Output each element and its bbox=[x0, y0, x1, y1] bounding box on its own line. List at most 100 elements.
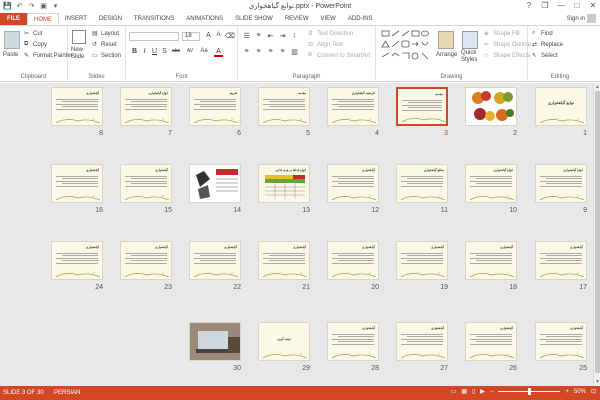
bullets-icon[interactable]: ☰ bbox=[242, 32, 251, 40]
arrange-icon[interactable] bbox=[438, 31, 454, 49]
char-spacing-button[interactable]: AV bbox=[184, 48, 196, 54]
slide-thumbnail-28[interactable]: گياهخواري bbox=[327, 322, 379, 361]
sign-in[interactable]: Sign in bbox=[563, 12, 600, 25]
tab-add-ins[interactable]: ADD-INS bbox=[342, 13, 379, 25]
shape-effects-button[interactable]: ◇ Shape Effects bbox=[484, 52, 530, 60]
slide-thumbnail-6[interactable]: تعريف bbox=[189, 87, 241, 126]
font-color-button[interactable]: A bbox=[214, 48, 223, 57]
align-right-icon[interactable]: ≡ bbox=[266, 48, 275, 55]
slide-thumbnail-12[interactable]: گياهخواري bbox=[327, 164, 379, 203]
font-size-combo[interactable]: 18 bbox=[182, 32, 200, 41]
slide-thumbnail-8[interactable]: گياهخواري bbox=[51, 87, 103, 126]
ribbon-display-icon[interactable]: ❐ bbox=[540, 1, 550, 10]
numbering-icon[interactable]: ≡ bbox=[254, 32, 263, 39]
slide-thumbnail-24[interactable]: گياهخواري bbox=[51, 241, 103, 280]
scroll-thumb[interactable] bbox=[595, 91, 600, 373]
tab-design[interactable]: DESIGN bbox=[93, 13, 128, 25]
convert-smartart-button[interactable]: ⧈ Convert to SmartArt bbox=[308, 52, 370, 59]
new-slide-button[interactable]: New Slide bbox=[71, 47, 91, 61]
fit-slide-icon[interactable]: ⊡ bbox=[591, 388, 596, 395]
shadow-button[interactable]: S bbox=[160, 48, 169, 55]
justify-icon[interactable]: ≡ bbox=[278, 48, 287, 55]
select-button[interactable]: ↖ Select bbox=[532, 52, 558, 60]
minimize-icon[interactable]: — bbox=[556, 1, 566, 10]
scroll-up-icon[interactable]: ▲ bbox=[595, 84, 600, 90]
slide-thumbnail-26[interactable]: گياهخواري bbox=[465, 322, 517, 361]
shape-outline-button[interactable]: ✏ Shape Outline bbox=[484, 41, 531, 49]
copy-button[interactable]: ⧉ Copy bbox=[24, 41, 47, 48]
layout-button[interactable]: ▤ Layout bbox=[92, 30, 119, 38]
clear-format-icon[interactable]: ⌫ bbox=[225, 32, 235, 40]
slide-thumbnail-20[interactable]: گياهخواري bbox=[327, 241, 379, 280]
align-text-button[interactable]: ⊟ Align Text bbox=[308, 41, 343, 49]
maximize-icon[interactable]: □ bbox=[572, 1, 582, 10]
slideshow-view-icon[interactable]: ▶ bbox=[480, 388, 485, 395]
language-indicator[interactable]: PERSIAN bbox=[54, 390, 80, 396]
slide-thumbnail-22[interactable]: گياهخواري bbox=[189, 241, 241, 280]
cut-button[interactable]: ✂ Cut bbox=[24, 30, 42, 38]
slide-thumbnail-1[interactable]: نوابع گياهخواري bbox=[535, 87, 587, 126]
grow-font-icon[interactable]: A bbox=[204, 32, 213, 39]
slide-thumbnail-25[interactable]: گياهخواري bbox=[535, 322, 587, 361]
slide-thumbnail-15[interactable]: گياهخواري bbox=[120, 164, 172, 203]
slide-thumbnail-7[interactable]: انواع گياهخواري bbox=[120, 87, 172, 126]
tab-file[interactable]: FILE bbox=[0, 13, 27, 25]
slide-sorter[interactable]: ▲ ▼ نوابع گياهخواري 1 2 مقدمه 3 تاريخچه گياهخ… bbox=[0, 83, 600, 386]
slide-thumbnail-27[interactable]: گياهخواري bbox=[396, 322, 448, 361]
slide-thumbnail-23[interactable]: گياهخواري bbox=[120, 241, 172, 280]
increase-indent-icon[interactable]: ⇥ bbox=[278, 32, 287, 40]
decrease-indent-icon[interactable]: ⇤ bbox=[266, 32, 275, 40]
slide-thumbnail-5[interactable]: مقدمه bbox=[258, 87, 310, 126]
line-spacing-icon[interactable]: ↕ bbox=[290, 32, 299, 39]
slide-thumbnail-30[interactable] bbox=[189, 322, 241, 361]
tab-review[interactable]: REVIEW bbox=[279, 13, 315, 25]
align-left-icon[interactable]: ≡ bbox=[242, 48, 251, 55]
slide-thumbnail-4[interactable]: تاريخچه گياهخواري bbox=[327, 87, 379, 126]
paste-icon[interactable] bbox=[4, 31, 20, 49]
columns-icon[interactable]: ▥ bbox=[290, 48, 299, 56]
section-button[interactable]: ▭ Section bbox=[92, 52, 121, 60]
shape-fill-button[interactable]: ◈ Shape Fill bbox=[484, 30, 520, 38]
quick-styles-icon[interactable] bbox=[462, 31, 478, 49]
slide-thumbnail-14[interactable] bbox=[189, 164, 241, 203]
scroll-down-icon[interactable]: ▼ bbox=[595, 379, 600, 385]
zoom-slider-thumb[interactable] bbox=[528, 388, 532, 395]
slide-thumbnail-3[interactable]: مقدمه bbox=[396, 87, 448, 126]
text-direction-button[interactable]: ⇵ Text Direction bbox=[308, 30, 353, 38]
strikethrough-button[interactable]: abc bbox=[170, 48, 182, 54]
align-center-icon[interactable]: ≡ bbox=[254, 48, 263, 55]
slide-thumbnail-18[interactable]: گياهخواري bbox=[465, 241, 517, 280]
slide-sorter-view-icon[interactable]: ▦ bbox=[461, 388, 467, 395]
slide-thumbnail-10[interactable]: انواع گياهخواري bbox=[465, 164, 517, 203]
change-case-button[interactable]: Aa bbox=[198, 48, 210, 54]
slide-thumbnail-19[interactable]: گياهخواري bbox=[396, 241, 448, 280]
slide-thumbnail-11[interactable]: منافع گياهخواري bbox=[396, 164, 448, 203]
tab-insert[interactable]: INSERT bbox=[59, 13, 93, 25]
reset-button[interactable]: ↺ Reset bbox=[92, 41, 117, 49]
zoom-level[interactable]: 50% bbox=[574, 389, 586, 395]
underline-button[interactable]: U bbox=[150, 48, 159, 55]
help-icon[interactable]: ? bbox=[524, 1, 534, 10]
format-painter-button[interactable]: ✎ Format Painter bbox=[24, 52, 73, 60]
italic-button[interactable]: I bbox=[140, 48, 149, 55]
zoom-slider[interactable] bbox=[498, 388, 561, 395]
paste-button[interactable]: Paste bbox=[3, 52, 18, 58]
slide-thumbnail-2[interactable] bbox=[465, 87, 517, 126]
slide-thumbnail-17[interactable]: گياهخواري bbox=[535, 241, 587, 280]
arrange-button[interactable]: Arrange bbox=[436, 52, 457, 58]
font-name-combo[interactable] bbox=[129, 32, 179, 41]
zoom-in-button[interactable]: + bbox=[565, 389, 569, 395]
close-icon[interactable]: ✕ bbox=[588, 1, 598, 10]
tab-animations[interactable]: ANIMATIONS bbox=[180, 13, 229, 25]
slide-thumbnail-13[interactable]: انواع غذاها در هرم غذايي bbox=[258, 164, 310, 203]
bold-button[interactable]: B bbox=[130, 48, 139, 55]
new-slide-icon[interactable] bbox=[72, 30, 86, 44]
quick-styles-button[interactable]: Quick Styles bbox=[461, 50, 481, 64]
tab-slide-show[interactable]: SLIDE SHOW bbox=[229, 13, 279, 25]
shrink-font-icon[interactable]: A bbox=[214, 32, 223, 38]
zoom-out-button[interactable]: − bbox=[490, 389, 494, 395]
tab-transitions[interactable]: TRANSITIONS bbox=[128, 13, 180, 25]
normal-view-icon[interactable]: ▭ bbox=[451, 388, 457, 395]
vertical-scrollbar[interactable]: ▲ ▼ bbox=[593, 83, 600, 386]
find-button[interactable]: ⌕ Find bbox=[532, 30, 553, 37]
